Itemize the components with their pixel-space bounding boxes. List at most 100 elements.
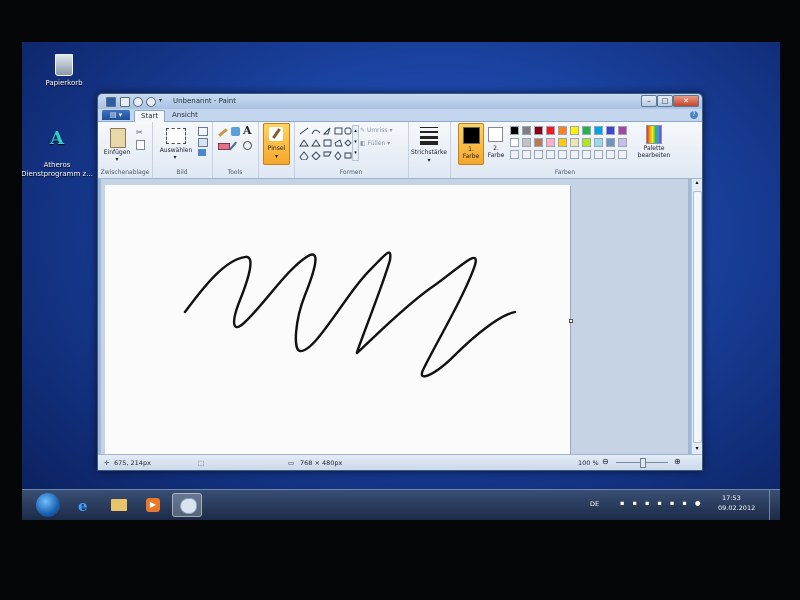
clock-time[interactable]: 17:53 <box>722 494 741 502</box>
clock-date[interactable]: 09.02.2012 <box>718 504 755 512</box>
taskbar: e ▶ DE ▪ ▪ ▪ ▪ ▪ ▪ ● 17:53 09.02.2012 <box>22 489 780 520</box>
tab-ansicht[interactable]: Ansicht <box>166 110 204 121</box>
zoom-in-icon[interactable]: ⊕ <box>674 457 681 466</box>
palette-empty-slot[interactable] <box>534 150 543 159</box>
color-picker-icon[interactable] <box>229 141 237 151</box>
palette-color[interactable] <box>558 126 567 135</box>
fill-button[interactable]: ◧ Füllen ▾ <box>360 140 390 147</box>
paint-app-icon[interactable] <box>106 97 116 107</box>
cut-icon[interactable]: ✂ <box>136 128 143 137</box>
stroke-width-icon[interactable] <box>420 127 438 145</box>
scroll-down-icon[interactable]: ▾ <box>693 445 701 454</box>
palette-empty-slot[interactable] <box>570 150 579 159</box>
minimize-button[interactable]: – <box>641 95 657 107</box>
palette-color[interactable] <box>606 138 615 147</box>
palette-color[interactable] <box>582 126 591 135</box>
copy-icon[interactable] <box>136 140 145 150</box>
palette-empty-slot[interactable] <box>618 150 627 159</box>
desktop-icon-recycle-bin[interactable]: Papierkorb <box>24 54 104 88</box>
paint-menu-button[interactable]: ▤ ▾ <box>102 110 130 120</box>
zoom-slider-thumb[interactable] <box>640 458 646 468</box>
text-tool-icon[interactable]: A <box>243 124 252 137</box>
taskbar-internet-explorer[interactable]: e <box>70 493 100 517</box>
palette-color[interactable] <box>582 138 591 147</box>
palette-color[interactable] <box>546 138 555 147</box>
palette-empty-slot[interactable] <box>558 150 567 159</box>
palette-color[interactable] <box>534 138 543 147</box>
palette-empty-slot[interactable] <box>510 150 519 159</box>
palette-color[interactable] <box>594 126 603 135</box>
taskbar-media-player[interactable]: ▶ <box>138 493 168 517</box>
palette-color[interactable] <box>618 126 627 135</box>
zoom-slider[interactable] <box>616 458 668 468</box>
show-desktop-button[interactable] <box>769 490 780 520</box>
palette-color[interactable] <box>510 138 519 147</box>
fill-bucket-icon[interactable] <box>231 127 240 136</box>
palette-empty-slot[interactable] <box>522 150 531 159</box>
palette-color[interactable] <box>570 138 579 147</box>
palette-color[interactable] <box>522 138 531 147</box>
edit-colors-button[interactable]: Palette bearbeiten <box>634 145 674 159</box>
palette-color[interactable] <box>546 126 555 135</box>
palette-empty-slot[interactable] <box>546 150 555 159</box>
help-icon[interactable]: ? <box>690 111 698 119</box>
palette-color[interactable] <box>510 126 519 135</box>
palette-color[interactable] <box>594 138 603 147</box>
paint-window: ▾ Unbenannt - Paint – □ ✕ ▤ ▾ Start Ansi… <box>97 93 703 471</box>
crop-icon[interactable] <box>198 127 208 136</box>
ribbon: Einfügen ▾ ✂ Zwischenablage Auswählen ▾ … <box>98 122 702 179</box>
shapes-gallery[interactable] <box>298 126 352 160</box>
palette-empty-slot[interactable] <box>606 150 615 159</box>
brush-button[interactable]: Pinsel ▾ <box>263 123 290 165</box>
outline-button[interactable]: ✎ Umriss ▾ <box>360 127 392 134</box>
save-icon[interactable] <box>120 97 130 107</box>
palette-empty-slot[interactable] <box>594 150 603 159</box>
color1-button[interactable]: 1. Farbe <box>458 123 484 165</box>
color2-button[interactable]: 2. Farbe <box>486 123 506 163</box>
color2-swatch <box>488 127 503 142</box>
pencil-icon[interactable] <box>218 128 228 137</box>
rotate-icon[interactable] <box>198 149 206 156</box>
paste-icon[interactable] <box>110 128 126 148</box>
resize-icon[interactable] <box>198 138 208 147</box>
recycle-bin-icon <box>55 54 73 76</box>
palette-color[interactable] <box>618 138 627 147</box>
stroke-width-dropdown-icon[interactable]: ▾ <box>424 157 434 164</box>
taskbar-paint[interactable] <box>172 493 202 517</box>
palette-color[interactable] <box>570 126 579 135</box>
redo-icon[interactable] <box>146 97 156 107</box>
magnifier-icon[interactable] <box>243 141 252 150</box>
scroll-up-icon[interactable]: ▴ <box>693 179 701 188</box>
customize-quick-access-icon[interactable]: ▾ <box>159 97 167 105</box>
select-button[interactable]: Auswählen <box>154 147 198 154</box>
group-clipboard: Einfügen ▾ ✂ Zwischenablage <box>98 122 153 178</box>
palette-color[interactable] <box>606 126 615 135</box>
palette-color[interactable] <box>522 126 531 135</box>
palette-color[interactable] <box>534 126 543 135</box>
title-bar[interactable]: ▾ Unbenannt - Paint – □ ✕ <box>98 94 702 109</box>
shapes-scroll[interactable]: ▴ ▾ ▾ <box>352 125 359 161</box>
palette-color[interactable] <box>558 138 567 147</box>
edit-colors-icon[interactable] <box>646 125 662 144</box>
language-indicator[interactable]: DE <box>590 500 599 508</box>
paste-dropdown-icon[interactable]: ▾ <box>112 156 122 163</box>
select-icon[interactable] <box>166 128 186 144</box>
tray-icons[interactable]: ▪ ▪ ▪ ▪ ▪ ▪ ● <box>620 499 704 507</box>
desktop-icon-atheros[interactable]: A Atheros Dienstprogramm z... <box>22 120 97 188</box>
canvas-resize-handle[interactable] <box>569 319 573 323</box>
close-button[interactable]: ✕ <box>673 95 699 107</box>
tab-start[interactable]: Start <box>134 110 166 122</box>
zoom-out-icon[interactable]: ⊖ <box>602 457 609 466</box>
scrollbar-thumb[interactable] <box>693 191 702 443</box>
undo-icon[interactable] <box>133 97 143 107</box>
start-button[interactable] <box>36 493 60 517</box>
palette-empty-slot[interactable] <box>582 150 591 159</box>
drawing-canvas[interactable] <box>105 185 570 454</box>
stroke-width-button[interactable]: Strichstärke <box>408 149 450 156</box>
taskbar-explorer[interactable] <box>104 493 134 517</box>
vertical-scrollbar[interactable]: ▴ ▾ <box>691 179 702 454</box>
paste-button[interactable]: Einfügen <box>100 149 134 156</box>
group-brush: Pinsel ▾ <box>258 122 295 178</box>
select-dropdown-icon[interactable]: ▾ <box>170 154 180 161</box>
maximize-button[interactable]: □ <box>657 95 673 107</box>
